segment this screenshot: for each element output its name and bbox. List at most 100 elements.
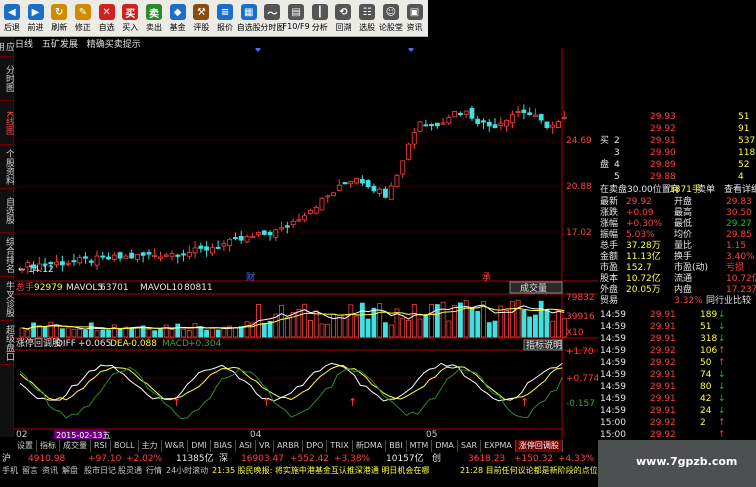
cy-index: 3618.23 [468, 454, 506, 464]
order-detail-link[interactable]: 查看详细 [724, 185, 756, 196]
macd-label: MACD [162, 339, 189, 349]
indicator-tab-17[interactable]: DMA [432, 440, 458, 452]
left-tab-1[interactable]: 分时图 [0, 57, 14, 101]
stat-key: 内盘 [674, 285, 693, 295]
toolbar-button-1[interactable]: ▶ 前进 [24, 0, 48, 37]
indicator-tab-10[interactable]: VR [256, 440, 275, 452]
volume-bar [504, 310, 509, 338]
left-tab-5[interactable]: 综合排名 [0, 233, 14, 277]
indicator-tab-16[interactable]: MTM [407, 440, 433, 452]
left-tab-7[interactable]: 超级盘口 [0, 321, 14, 365]
indicator-tab-19[interactable]: EXPMA [481, 440, 516, 452]
left-tab-3[interactable]: 个股资料 [0, 145, 14, 189]
volume-bar [129, 327, 135, 338]
toolbar-button-2[interactable]: ↻ 刷新 [47, 0, 71, 37]
toolbar-button-6[interactable]: 卖卖出 [142, 0, 166, 37]
toolbar-button-0[interactable]: ◀ 后退 [0, 0, 24, 37]
toolbar-button-13[interactable]: ┃ 分析 [308, 0, 332, 37]
candle [100, 255, 106, 258]
toolbar-button-12[interactable]: ▤ F10/F9 [283, 0, 310, 37]
status-item-message[interactable]: 留言 [22, 465, 38, 476]
indicator-tab-4[interactable]: BOLL [111, 440, 139, 452]
arrow-up-icon: ↑ [718, 346, 726, 356]
status-item-analysis[interactable]: 解盘 [62, 465, 78, 476]
status-item-24h[interactable]: 24小时滚动 [166, 465, 208, 476]
industry-compare-link[interactable]: 同行业比较 [706, 296, 751, 307]
toolbar-button-10[interactable]: ▦ 自选股 [237, 0, 261, 37]
candle [267, 231, 273, 236]
left-tab-6[interactable]: 牛叉诊股 [0, 277, 14, 321]
toolbar-button-15[interactable]: ☷ 选股 [355, 0, 379, 37]
toolbar-button-17[interactable]: ▣ 资讯 [403, 0, 427, 37]
indicator-tab-2[interactable]: 成交量 [60, 440, 91, 452]
volume-label: 总手 [16, 281, 34, 293]
candle [336, 184, 342, 191]
toolbar-button-4[interactable]: ✕ 自选 [95, 0, 119, 37]
toolbar-button-14[interactable]: ⟲ 回溯 [332, 0, 356, 37]
candle [209, 247, 215, 254]
news-headline-2[interactable]: 21:28 目前任何议论都是新阶段的点位都是 [460, 465, 598, 476]
volume-bar [36, 325, 42, 338]
toolbar-button-11[interactable]: 〜分时图 [260, 0, 284, 37]
indicator-tabs: 设置 指标 成交量 RSI BOLL 主力 W&R DMI BIAS ASI VR ARBR DPO TR… [14, 440, 598, 453]
order-book-row: 29.90 118 3 [598, 148, 756, 159]
candle [111, 254, 117, 260]
industry-pct: 3.32% [674, 296, 703, 306]
order-sell: 卖单 [697, 185, 716, 195]
indicator-tab-14[interactable]: 新DMA [353, 440, 387, 452]
toolbar-button-5[interactable]: 买买入 [118, 0, 142, 37]
left-tab-0[interactable]: 应用 [0, 37, 14, 57]
toolbar-button-8[interactable]: ⚒ 评股 [190, 0, 214, 37]
kline-chart[interactable]: 24.69 20.88 17.02 14.12← 财 承总手 92979 MAVOL56370… [14, 48, 598, 440]
indicator-tab-7[interactable]: DMI [188, 440, 211, 452]
status-item-gulingtong[interactable]: 股灵通 [118, 465, 142, 476]
toolbar-button-7[interactable]: ◆ 基金 [166, 0, 190, 37]
indicator-tab-5[interactable]: 主力 [139, 440, 162, 452]
candle [215, 246, 221, 249]
volume-bar [383, 322, 388, 338]
toolbar-button-16[interactable]: ☺ 论股堂 [379, 0, 403, 37]
volume-bar [446, 320, 452, 338]
tick-time: 15:00 [600, 418, 626, 428]
volume-bar [284, 317, 290, 338]
tick-volume: 318 [700, 334, 718, 344]
status-item-mobile[interactable]: 手机 [2, 465, 18, 476]
status-item-quotes[interactable]: 行情 [146, 465, 162, 476]
indicator-tab-1[interactable]: 指标 [37, 440, 60, 452]
volume-bar [452, 305, 458, 338]
toolbar-button-label: 修正 [74, 23, 91, 32]
indicator-tab-18[interactable]: SAR [458, 440, 482, 452]
indicator-tab-15[interactable]: BBI [386, 440, 407, 452]
tick-price: 29.91 [650, 370, 676, 380]
toolbar-button-label: 论股堂 [378, 23, 403, 32]
arrow-up-icon: ↑ [718, 358, 726, 368]
volume-bar [527, 316, 533, 338]
refresh-icon: ↻ [51, 4, 68, 20]
stat-row: 市盈 152.7 市盈(动) 亏损 [598, 263, 756, 274]
toolbar-button-3[interactable]: ✎ 修正 [71, 0, 95, 37]
indicator-tab-6[interactable]: W&R [162, 440, 189, 452]
indicator-tab-13[interactable]: TRIX [327, 440, 353, 452]
volume-bar [25, 329, 31, 338]
indicator-tab-9[interactable]: ASI [236, 440, 257, 452]
volume-bar [31, 322, 36, 338]
status-bar: 手机 留言 资讯 解盘 股市日记 股灵通 行情 24小时滚动 21:35 股民晚… [0, 465, 598, 487]
volume-bar [163, 324, 169, 338]
indicator-tab-11[interactable]: ARBR [274, 440, 304, 452]
indicator-tab-20[interactable]: 涨停回调股 [515, 440, 563, 452]
left-tab-2[interactable]: K线图 [0, 101, 14, 145]
indicator-tab-8[interactable]: BIAS [211, 440, 237, 452]
indicator-tab-0[interactable]: 设置 [14, 440, 37, 452]
indicator-tab-3[interactable]: RSI [91, 440, 111, 452]
volume-axis-label: 39916 [566, 312, 595, 322]
status-item-diary[interactable]: 股市日记 [84, 465, 116, 476]
news-headline-1[interactable]: 21:35 股民晚报: 将实施中港基金互认推深港通 明日机会在哪 [212, 465, 429, 476]
indicator-tab-12[interactable]: DPO [303, 440, 328, 452]
tick-price: 29.91 [650, 406, 676, 416]
status-item-news[interactable]: 资讯 [42, 465, 58, 476]
left-tab-4[interactable]: 自选股 [0, 189, 14, 233]
candle [106, 256, 111, 260]
buy-icon: 买 [122, 4, 139, 20]
toolbar-button-9[interactable]: ≡ 报价 [213, 0, 237, 37]
arrow-down-icon: ↓ [718, 394, 726, 404]
